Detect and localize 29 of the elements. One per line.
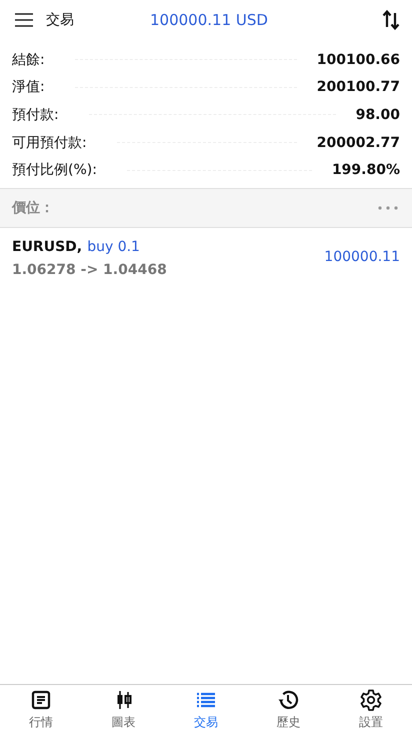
more-icon[interactable]: [378, 206, 398, 210]
position-profit: 100000.11: [324, 248, 400, 265]
nav-tab[interactable]: 設置: [330, 685, 412, 735]
summary-label: 預付比例(%):: [12, 161, 97, 180]
document-icon: [30, 689, 52, 711]
settings-icon: [360, 689, 382, 711]
position-order: buy 0.1: [87, 238, 140, 255]
sort-icon[interactable]: [382, 9, 400, 31]
nav-tab[interactable]: 行情: [0, 685, 82, 735]
nav-tab[interactable]: 歷史: [247, 685, 330, 735]
summary-value: 199.80%: [332, 162, 400, 178]
summary-value: 200002.77: [316, 134, 400, 151]
summary-label: 結餘:: [12, 50, 45, 69]
nav-tab[interactable]: 圖表: [82, 685, 165, 735]
summary-value: 100100.66: [316, 52, 400, 68]
summary-label: 淨值:: [12, 78, 45, 96]
summary-value: 200100.77: [316, 79, 400, 96]
position-prices: 1.06278 -> 1.04468: [12, 262, 167, 278]
menu-icon[interactable]: [14, 12, 34, 28]
position-symbol: EURUSD,: [12, 238, 82, 255]
position-row[interactable]: EURUSD, buy 0.1 1.06278 -> 1.04468 100000.11: [0, 228, 412, 286]
section-title: 價位：: [12, 198, 54, 217]
summary-label: 預付款:: [12, 106, 59, 124]
page-title: 交易: [46, 11, 75, 29]
summary-value: 98.00: [356, 106, 400, 123]
summary-label: 可用預付款:: [12, 134, 87, 152]
history-icon: [277, 689, 300, 711]
nav-tab[interactable]: 交易: [164, 685, 248, 735]
balance-text: 100000.11 USD: [150, 11, 269, 29]
